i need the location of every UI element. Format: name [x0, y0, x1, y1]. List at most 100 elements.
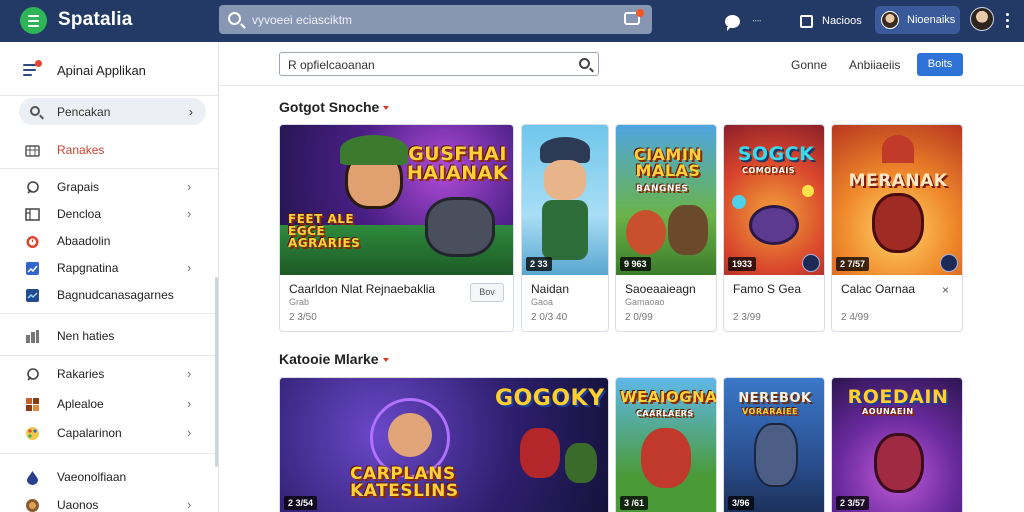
art-title: SOGCK — [737, 143, 815, 165]
game-artwork: CIAMIN MALAS BANGNES 9 963 — [616, 125, 716, 275]
drop-icon — [27, 471, 38, 485]
sidebar-item-0[interactable]: Ranakes — [0, 138, 219, 162]
section-title-text: Gotgot Snoche — [279, 99, 380, 115]
sidebar-title: Apinai Applikan — [57, 63, 146, 78]
art-subtitle: CARPLANS KATESLINS — [350, 464, 459, 501]
game-price: 2 3/50 — [289, 312, 317, 323]
game-card[interactable]: GUSFHAI HAIANAK FEET ALE EGCE AGRARIES C… — [279, 124, 514, 332]
sidebar-scrollbar[interactable] — [215, 277, 218, 467]
apps-icon — [800, 14, 813, 28]
sidebar-search[interactable]: Pencakan › — [19, 98, 206, 125]
game-card[interactable]: WEAIOGNAK CAARLAERS 3 /61 — [615, 377, 717, 512]
game-card[interactable]: 2 33 Naidan Gaoa 2 0/3 40 — [521, 124, 609, 332]
chevron-right-icon: › — [187, 260, 192, 275]
chevron-right-icon: › — [189, 105, 193, 119]
rating-badge: 9 963 — [620, 257, 651, 271]
user-avatar[interactable] — [970, 7, 994, 31]
profile-button[interactable]: Nioenaiks — [875, 6, 960, 34]
global-search-input[interactable]: vyvoeei eciasciktm — [219, 5, 652, 34]
sidebar-item-8[interactable]: Aplealoe › — [0, 392, 219, 416]
main-toolbar: R opfielcaoanan Gonne Anbiiaeiis Boits — [219, 42, 1024, 86]
bars-icon — [26, 330, 39, 343]
sidebar-item-9[interactable]: Capalarinon › — [0, 421, 219, 445]
sidebar-item-10[interactable]: Vaeonolfiaan — [0, 465, 219, 489]
rating-badge: 2 3/54 — [284, 496, 318, 510]
section-title[interactable]: Katooie Mlarke — [279, 351, 389, 367]
apps-link[interactable]: Nacioos — [800, 0, 862, 42]
rating-badge: 2 3/57 — [836, 496, 870, 510]
game-card[interactable]: ROEDAIN AOUNAEIN 2 3/57 — [831, 377, 963, 512]
game-card[interactable]: MERANAK 2 7/57 Calac Oarnaa 2 4/99 × — [831, 124, 963, 332]
art-title: WEAIOGNAK — [620, 388, 716, 406]
app-logo-icon[interactable] — [20, 7, 47, 34]
game-artwork: SOGCK COMODAIS 1933 — [724, 125, 824, 275]
app-name: Spatalia — [58, 9, 133, 30]
chevron-right-icon: › — [187, 396, 192, 411]
trend-icon — [26, 289, 39, 302]
blocks-icon — [26, 398, 39, 411]
game-price: 2 3/99 — [733, 312, 761, 323]
toolbar-link-2[interactable]: Anbiiaeiis — [849, 58, 900, 72]
search-icon — [228, 12, 241, 25]
game-genre: Gamaoao — [625, 297, 665, 307]
notification-icon[interactable] — [624, 9, 644, 25]
section-title[interactable]: Gotgot Snoche — [279, 99, 390, 115]
chevron-right-icon: › — [187, 179, 192, 194]
sidebar-item-4[interactable]: Rapgnatina › — [0, 256, 219, 280]
rating-badge: 1933 — [728, 257, 757, 271]
art-subtitle: AOUNAEIN — [862, 407, 914, 416]
top-bar: Spatalia vyvoeei eciasciktm ᐧᐧᐧᐧ Nacioos… — [0, 0, 1024, 42]
menu-icon[interactable] — [23, 60, 42, 79]
sidebar-item-label: Rapgnatina — [57, 261, 119, 275]
search-icon[interactable] — [579, 58, 590, 69]
game-card[interactable]: CIAMIN MALAS BANGNES 9 963 Saoeaaieagn G… — [615, 124, 717, 332]
chat-label: ᐧᐧᐧᐧ — [752, 15, 762, 26]
filter-input[interactable]: R opfielcaoanan — [279, 52, 599, 76]
game-title: Famo S Gea — [733, 282, 802, 296]
art-title: CIAMIN MALAS — [633, 145, 703, 180]
toolbar-link-1[interactable]: Gonne — [791, 58, 827, 72]
art-subtitle: CAARLAERS — [636, 409, 694, 418]
art-title: MERANAK — [848, 171, 948, 191]
main-content: R opfielcaoanan Gonne Anbiiaeiis Boits G… — [219, 42, 1024, 512]
game-title: Naidan — [531, 282, 570, 296]
caret-down-icon — [383, 106, 390, 111]
sidebar-header: Apinai Applikan — [0, 42, 219, 96]
game-card[interactable]: SOGCK COMODAIS 1933 Famo S Gea 2 3/99 — [723, 124, 825, 332]
sidebar-item-11[interactable]: Uaonos › — [0, 493, 219, 512]
rating-badge: 2 33 — [526, 257, 552, 271]
chat-bubble-icon — [725, 14, 740, 31]
toolbar-primary-button[interactable]: Boits — [917, 53, 963, 76]
close-icon[interactable]: × — [942, 283, 949, 297]
rocket-icon — [27, 181, 39, 194]
chevron-right-icon: › — [187, 366, 192, 381]
sidebar-item-label: Vaeonolfiaan — [57, 470, 127, 484]
rating-badge: 3 /61 — [620, 496, 649, 510]
chat-button[interactable]: ᐧᐧᐧᐧ — [725, 0, 761, 42]
sidebar-item-3[interactable]: Abaadolin — [0, 229, 219, 253]
game-genre: Grab — [289, 297, 310, 307]
game-price: 2 0/3 40 — [531, 312, 568, 323]
art-title: NEREBOK — [738, 391, 812, 406]
search-placeholder: vyvoeei eciasciktm — [252, 13, 353, 27]
caret-down-icon — [382, 358, 389, 363]
more-menu-icon[interactable] — [1006, 13, 1009, 31]
game-card[interactable]: NEREBOK VORARAIEE 3/96 — [723, 377, 825, 512]
chevron-right-icon: › — [187, 425, 192, 440]
game-genre: Gaoa — [531, 297, 554, 307]
sidebar: Apinai Applikan Pencakan › Ranakes Grapa… — [0, 42, 219, 512]
notification-dot — [636, 9, 644, 17]
art-subtitle: FEET ALE EGCE AGRARIES — [288, 212, 361, 250]
sidebar-item-7[interactable]: Rakaries › — [0, 362, 219, 386]
sidebar-item-6[interactable]: Nen haties — [0, 324, 219, 348]
game-title: Calac Oarnaa — [841, 282, 916, 296]
sidebar-item-label: Aplealoe — [57, 397, 104, 411]
rocket-icon — [27, 368, 39, 381]
sidebar-item-2[interactable]: Dencloa › — [0, 202, 219, 226]
game-artwork: GUSFHAI HAIANAK FEET ALE EGCE AGRARIES — [280, 125, 513, 275]
sidebar-item-1[interactable]: Grapais › — [0, 175, 219, 199]
card-action-button[interactable]: Bov — [470, 283, 504, 302]
game-card[interactable]: GOGOKY CARPLANS KATESLINS 2 3/54 — [279, 377, 609, 512]
sidebar-item-5[interactable]: Bagnudcanasagarnes — [0, 283, 219, 307]
chevron-right-icon: › — [187, 497, 192, 512]
